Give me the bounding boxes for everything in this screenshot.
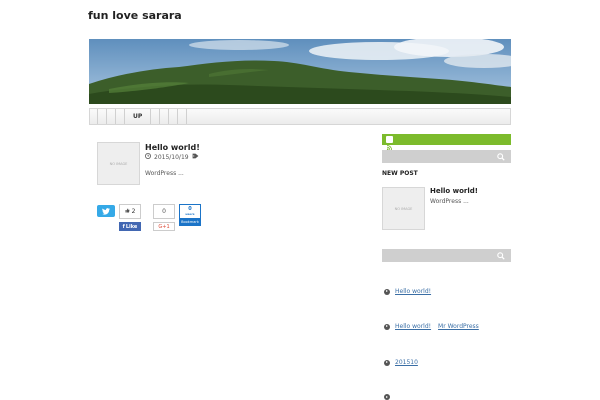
facebook-like-button[interactable]: f Like bbox=[119, 222, 141, 231]
twitter-icon bbox=[102, 207, 110, 215]
new-post-title[interactable]: Hello world! bbox=[430, 187, 478, 195]
rss-bar[interactable] bbox=[382, 134, 511, 151]
search-bar-secondary[interactable] bbox=[382, 249, 511, 262]
nav-item[interactable] bbox=[90, 109, 98, 124]
nav-item[interactable] bbox=[98, 109, 107, 124]
search-bar[interactable] bbox=[382, 150, 511, 163]
hatena-label: Bookmark bbox=[180, 218, 200, 225]
comment-post-link[interactable]: Hello world! bbox=[395, 323, 431, 330]
post-excerpt: WordPress ... bbox=[145, 170, 184, 177]
facebook-count: 2 bbox=[131, 208, 136, 215]
archive-link[interactable]: 201510 bbox=[395, 359, 418, 366]
nav-item[interactable] bbox=[107, 109, 116, 124]
nav-item-up[interactable]: UP bbox=[125, 109, 152, 124]
comment-author-link[interactable]: Mr WordPress bbox=[438, 323, 479, 330]
nav-item[interactable] bbox=[160, 109, 170, 124]
post-date: 2015/10/19 bbox=[154, 153, 189, 161]
facebook-icon: f bbox=[122, 223, 125, 230]
gplus-button[interactable]: G+1 bbox=[153, 222, 175, 231]
search-icon[interactable] bbox=[497, 252, 505, 260]
thumbs-up-icon bbox=[125, 208, 130, 215]
nav-item[interactable] bbox=[169, 109, 179, 124]
rss-icon bbox=[386, 136, 393, 151]
header-image bbox=[89, 39, 511, 104]
new-post-thumbnail[interactable]: NO IMAGE bbox=[382, 187, 425, 230]
twitter-share-button[interactable] bbox=[97, 205, 115, 217]
site-title[interactable]: fun love sarara bbox=[88, 9, 182, 22]
post-title[interactable]: Hello world! bbox=[145, 143, 200, 152]
archive-entry: 201510 bbox=[384, 359, 418, 366]
tag-icon bbox=[192, 153, 199, 161]
post-meta: 2015/10/19 bbox=[145, 153, 199, 161]
recent-comment-entry: Hello world! Mr WordPress bbox=[384, 323, 479, 330]
category-entry bbox=[384, 394, 390, 400]
new-post-excerpt: WordPress ... bbox=[430, 198, 469, 205]
facebook-like-label: Like bbox=[125, 223, 138, 230]
arrow-bullet-icon bbox=[384, 359, 390, 366]
search-icon[interactable] bbox=[497, 153, 505, 161]
nav-item[interactable] bbox=[151, 109, 161, 124]
arrow-bullet-icon bbox=[384, 288, 390, 295]
hatena-bookmark-button[interactable]: 0 users Bookmark bbox=[179, 204, 201, 226]
new-post-heading: NEW POST bbox=[382, 170, 418, 177]
post-thumbnail[interactable]: NO IMAGE bbox=[97, 142, 140, 185]
arrow-bullet-icon bbox=[384, 323, 390, 330]
arrow-bullet-icon bbox=[384, 394, 390, 400]
nav-item[interactable] bbox=[178, 109, 188, 124]
recent-post-entry: Hello world! bbox=[384, 288, 431, 295]
hatena-users: users bbox=[185, 211, 195, 216]
hatena-count-box: 0 users bbox=[180, 205, 200, 218]
nav-item[interactable] bbox=[116, 109, 125, 124]
gplus-count: 0 bbox=[153, 204, 175, 219]
clock-icon bbox=[145, 153, 151, 161]
facebook-like-count: 2 bbox=[119, 204, 141, 219]
main-nav: UP bbox=[89, 108, 511, 125]
recent-post-link[interactable]: Hello world! bbox=[395, 288, 431, 295]
